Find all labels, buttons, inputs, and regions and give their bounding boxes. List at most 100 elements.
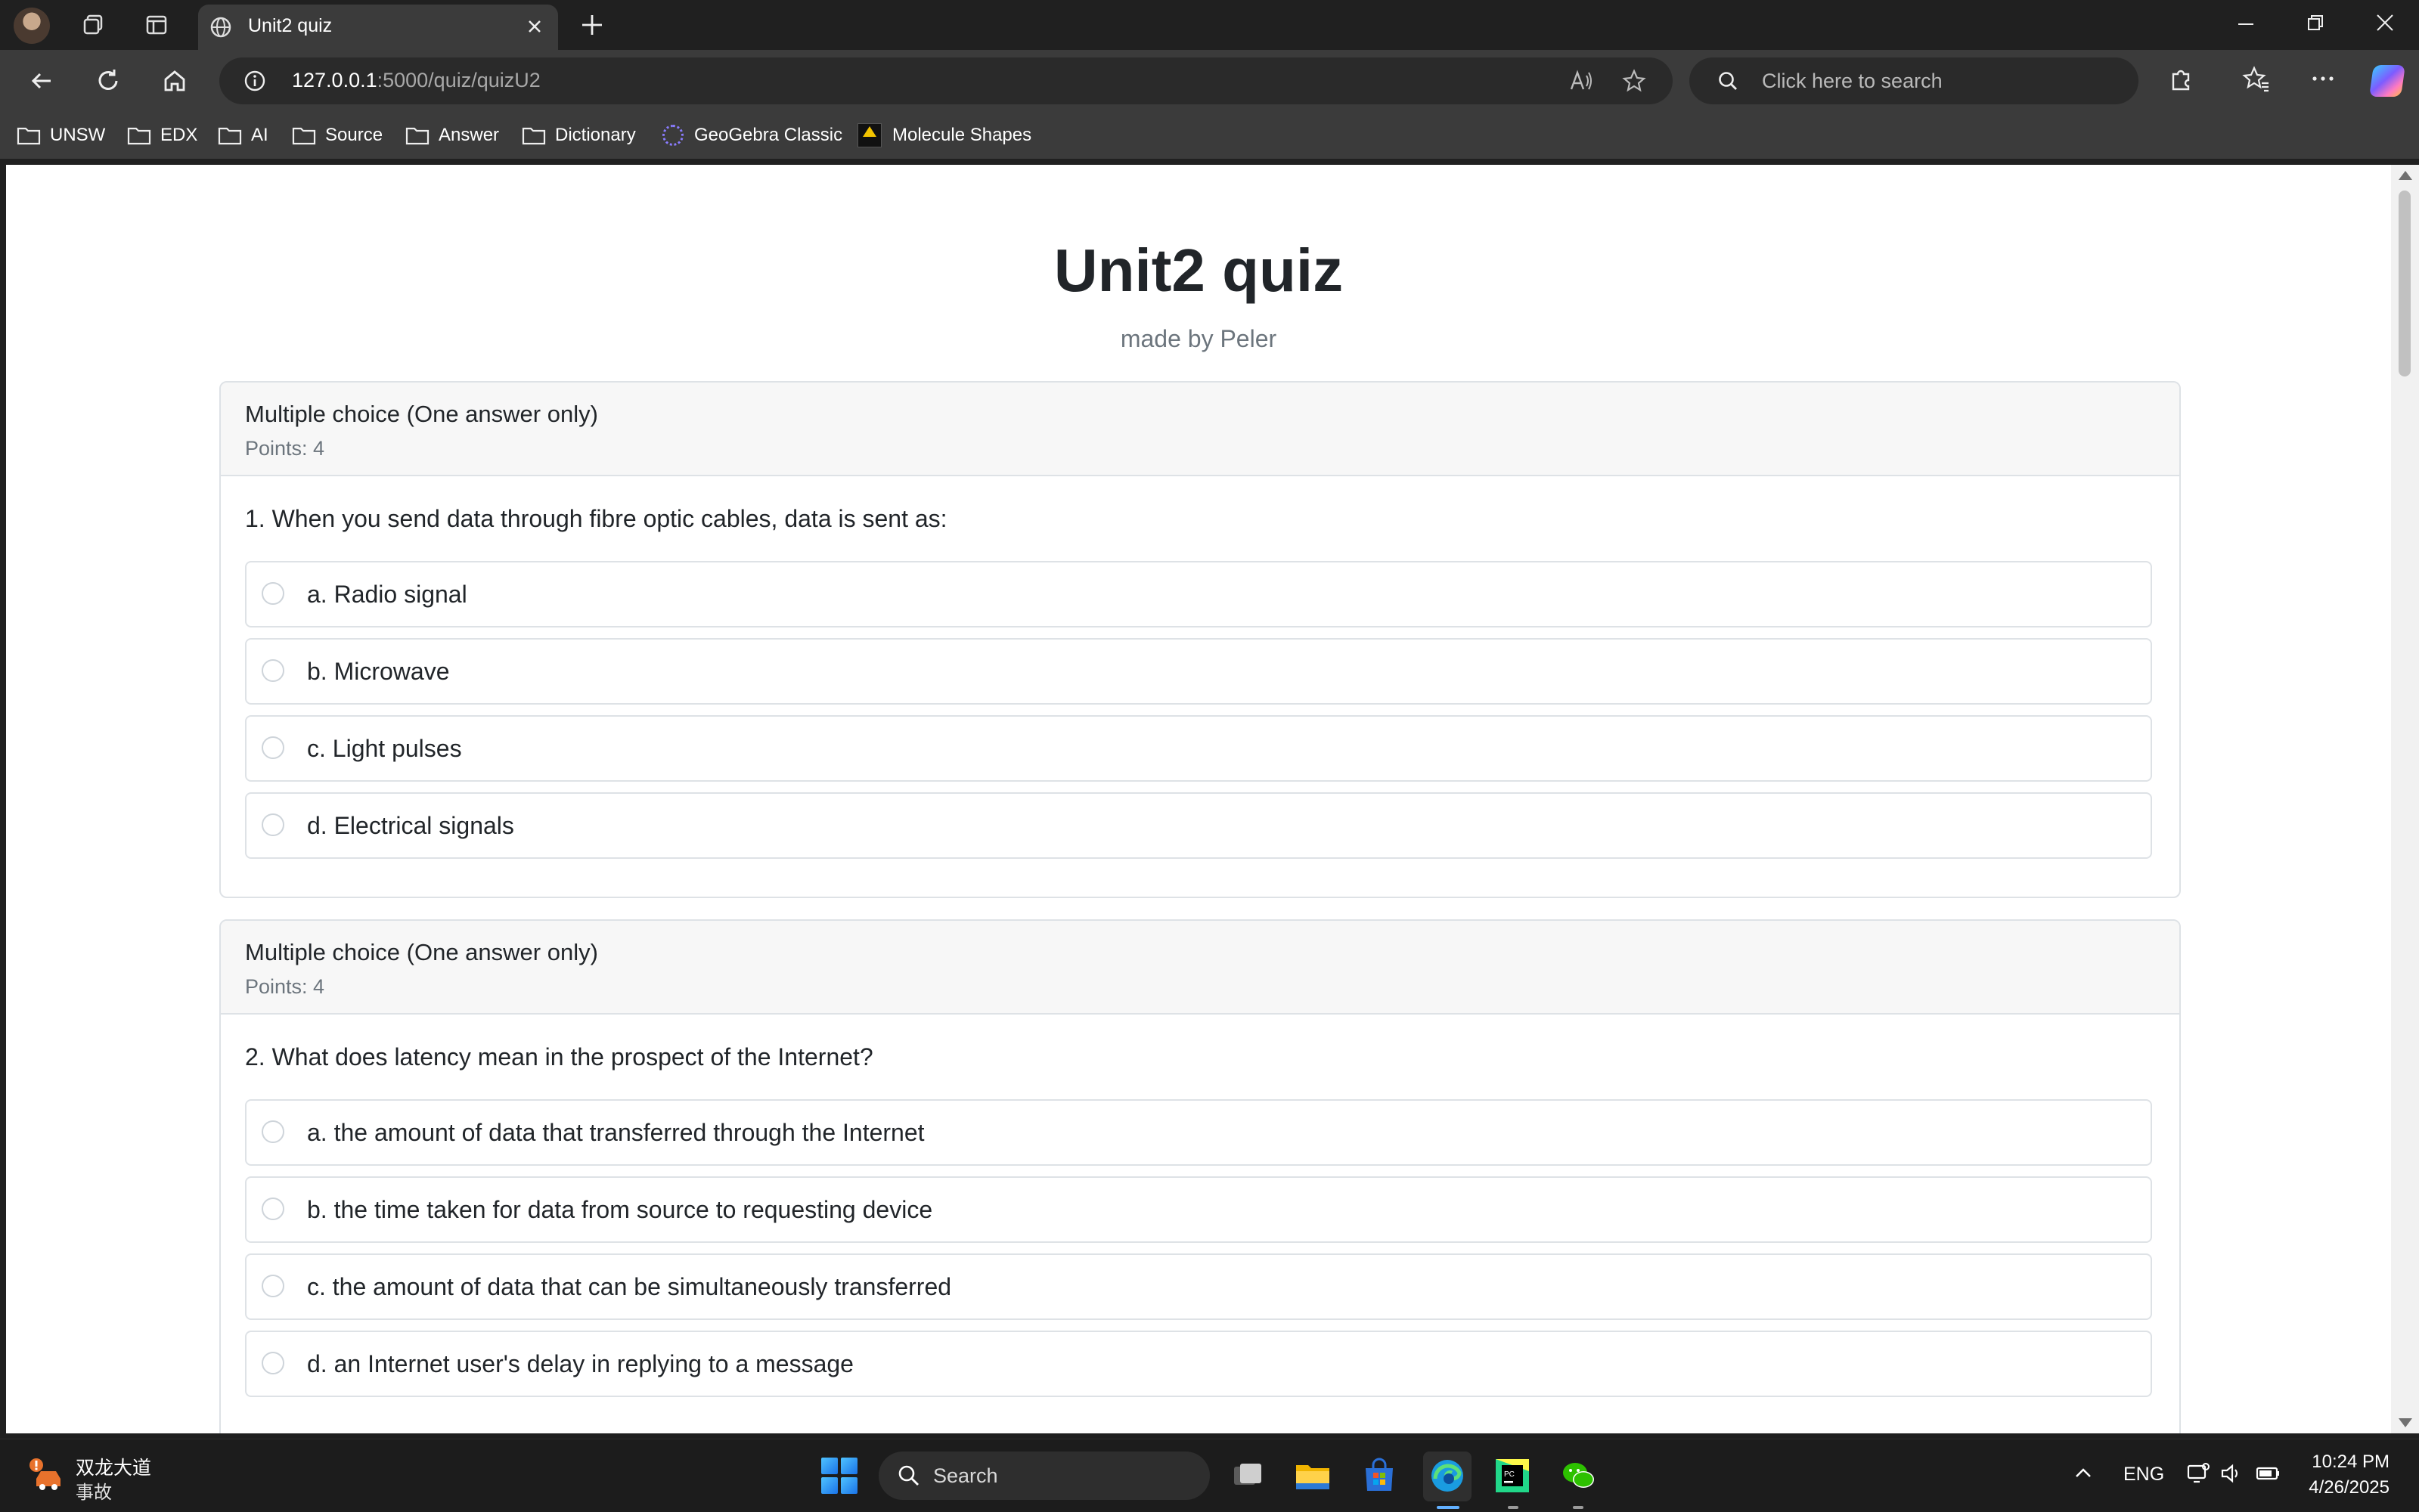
- bookmark-label: UNSW: [50, 125, 106, 145]
- question-text: 2. What does latency mean in the prospec…: [245, 1043, 873, 1070]
- volume-icon[interactable]: [2219, 1461, 2244, 1492]
- scroll-down-icon[interactable]: [2399, 1418, 2412, 1427]
- pycharm-running-indicator: [1508, 1506, 1518, 1509]
- page-scrollbar[interactable]: [2391, 165, 2419, 1433]
- answer-option[interactable]: a. Radio signal: [245, 561, 2152, 627]
- folder-icon: [17, 127, 41, 145]
- answer-option[interactable]: c. Light pulses: [245, 715, 2152, 782]
- answer-option[interactable]: b. the time taken for data from source t…: [245, 1176, 2152, 1243]
- tab-unit2-quiz[interactable]: Unit2 quiz: [198, 5, 558, 50]
- bookmark-source[interactable]: Source: [292, 122, 383, 148]
- bookmark-geogebra-classic[interactable]: GeoGebra Classic: [662, 122, 842, 148]
- option-label[interactable]: b. the time taken for data from source t…: [307, 1196, 932, 1224]
- answer-option[interactable]: d. Electrical signals: [245, 792, 2152, 859]
- notification-display-icon[interactable]: [2185, 1461, 2211, 1492]
- chevron-up-icon[interactable]: [2072, 1462, 2095, 1490]
- bookmarks-bar: UNSW EDX AI Source Answer Dictionary Geo…: [0, 112, 2419, 159]
- answer-option[interactable]: d. an Internet user's delay in replying …: [245, 1331, 2152, 1397]
- page-viewport: Unit2 quiz made by Peler Multiple choice…: [6, 165, 2391, 1433]
- bookmark-label: AI: [251, 125, 268, 145]
- traffic-widget-subtitle[interactable]: 事故: [76, 1477, 112, 1504]
- bookmark-dictionary[interactable]: Dictionary: [522, 122, 636, 148]
- option-label[interactable]: d. Electrical signals: [307, 812, 514, 840]
- scrollbar-thumb[interactable]: [2399, 191, 2411, 376]
- language-indicator[interactable]: ENG: [2123, 1464, 2164, 1486]
- option-label[interactable]: c. the amount of data that can be simult…: [307, 1273, 951, 1301]
- edge-icon[interactable]: [1428, 1456, 1467, 1495]
- bookmark-label: Dictionary: [555, 125, 636, 145]
- radio-button[interactable]: [262, 1275, 284, 1297]
- close-tab-icon[interactable]: [522, 14, 547, 43]
- battery-icon[interactable]: [2255, 1461, 2282, 1492]
- task-view-icon[interactable]: [1228, 1456, 1267, 1495]
- new-tab-icon[interactable]: [578, 11, 606, 43]
- restore-icon[interactable]: [2303, 11, 2328, 39]
- radio-button[interactable]: [262, 582, 284, 605]
- favorites-icon[interactable]: [2241, 64, 2272, 98]
- bookmark-answer[interactable]: Answer: [405, 122, 499, 148]
- search-icon: [1717, 70, 1739, 96]
- question-card: Multiple choice (One answer only) Points…: [219, 919, 2181, 1433]
- radio-button[interactable]: [262, 1120, 284, 1143]
- taskbar-search[interactable]: Search: [879, 1452, 1210, 1500]
- bookmark-molecule-shapes[interactable]: Molecule Shapes: [858, 122, 1031, 148]
- wechat-running-indicator: [1573, 1506, 1583, 1509]
- page-title: Unit2 quiz: [1053, 237, 1344, 304]
- read-aloud-icon[interactable]: [1568, 68, 1594, 98]
- question-card: Multiple choice (One answer only) Points…: [219, 381, 2181, 898]
- edge-running-indicator: [1437, 1506, 1459, 1509]
- clock-date[interactable]: 4/26/2025: [2291, 1477, 2390, 1498]
- answer-option[interactable]: b. Microwave: [245, 638, 2152, 705]
- wechat-icon[interactable]: [1559, 1456, 1599, 1495]
- option-label[interactable]: c. Light pulses: [307, 735, 462, 763]
- favorite-star-icon[interactable]: [1621, 68, 1647, 98]
- answer-option[interactable]: c. the amount of data that can be simult…: [245, 1253, 2152, 1320]
- microsoft-store-icon[interactable]: [1360, 1456, 1399, 1495]
- site-info-icon[interactable]: [243, 70, 266, 96]
- scroll-up-icon[interactable]: [2399, 171, 2412, 180]
- refresh-icon[interactable]: [91, 64, 126, 98]
- bookmark-label: Source: [325, 125, 383, 145]
- minimize-icon[interactable]: [2234, 11, 2258, 39]
- option-label[interactable]: a. Radio signal: [307, 581, 467, 609]
- folder-icon: [127, 127, 151, 145]
- radio-button[interactable]: [262, 736, 284, 759]
- search-box[interactable]: Click here to search: [1689, 57, 2138, 104]
- question-points: Points: 4: [245, 437, 325, 460]
- bookmark-ai[interactable]: AI: [218, 122, 268, 148]
- traffic-alert-icon[interactable]: [26, 1456, 67, 1494]
- option-label[interactable]: b. Microwave: [307, 658, 450, 686]
- geogebra-icon: [662, 125, 684, 146]
- radio-button[interactable]: [262, 813, 284, 836]
- radio-button[interactable]: [262, 1198, 284, 1220]
- browser-titlebar: Unit2 quiz: [0, 0, 2419, 50]
- more-options-icon[interactable]: [2308, 64, 2338, 98]
- url-path: :5000/quiz/quizU2: [377, 69, 541, 91]
- workspaces-icon[interactable]: [77, 9, 109, 41]
- close-window-icon[interactable]: [2373, 11, 2397, 39]
- radio-button[interactable]: [262, 1352, 284, 1374]
- back-icon[interactable]: [24, 64, 59, 98]
- bookmark-label: EDX: [160, 125, 198, 145]
- extensions-icon[interactable]: [2166, 64, 2196, 98]
- file-explorer-icon[interactable]: [1293, 1456, 1332, 1495]
- home-icon[interactable]: [157, 64, 192, 98]
- radio-button[interactable]: [262, 659, 284, 682]
- pycharm-icon[interactable]: PC: [1493, 1456, 1532, 1495]
- answer-option[interactable]: a. the amount of data that transferred t…: [245, 1099, 2152, 1166]
- option-label[interactable]: a. the amount of data that transferred t…: [307, 1119, 925, 1147]
- windows-start-icon[interactable]: [821, 1458, 858, 1494]
- bookmark-edx[interactable]: EDX: [127, 122, 197, 148]
- option-label[interactable]: d. an Internet user's delay in replying …: [307, 1350, 854, 1378]
- windows-taskbar: 双龙大道 事故 Search PC ENG 10:24 PM 4/26/2025: [0, 1439, 2419, 1512]
- vertical-tabs-icon[interactable]: [141, 9, 172, 41]
- globe-icon: [209, 15, 233, 43]
- url-text[interactable]: 127.0.0.1:5000/quiz/quizU2: [292, 69, 541, 92]
- page-subtitle: made by Peler: [1120, 325, 1277, 352]
- bookmark-unsw[interactable]: UNSW: [17, 122, 105, 148]
- profile-avatar[interactable]: [14, 8, 50, 44]
- traffic-widget-title[interactable]: 双龙大道: [76, 1453, 151, 1480]
- address-bar[interactable]: 127.0.0.1:5000/quiz/quizU2: [219, 57, 1673, 104]
- copilot-icon[interactable]: [2369, 65, 2405, 97]
- clock-time[interactable]: 10:24 PM: [2306, 1452, 2390, 1473]
